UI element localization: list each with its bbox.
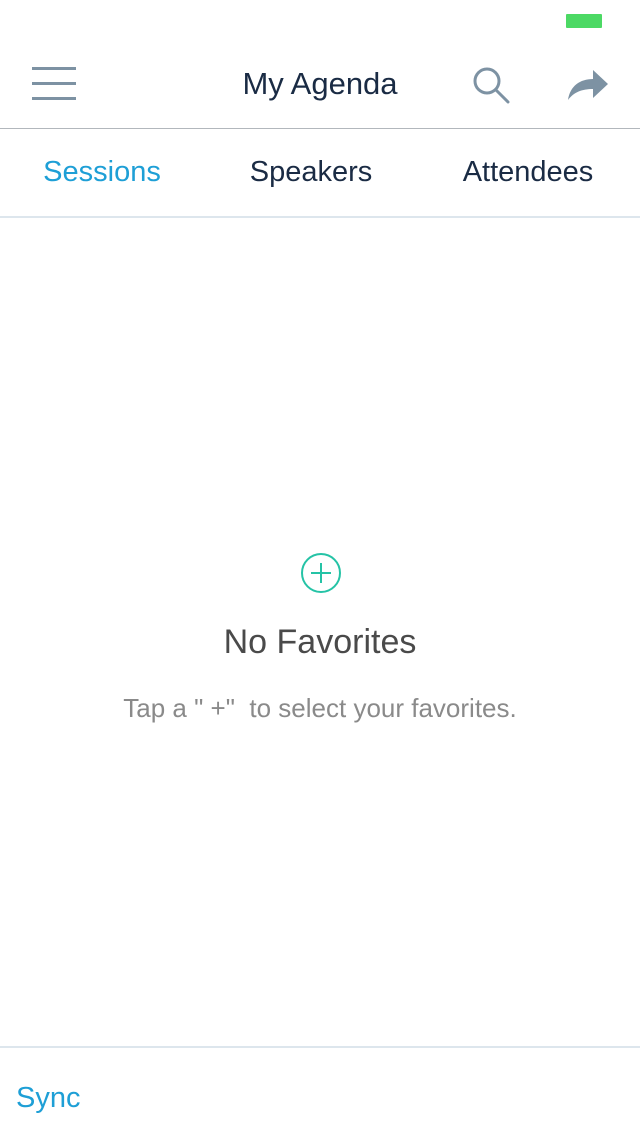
navigation-bar: My Agenda xyxy=(0,40,640,129)
empty-state-subtitle: Tap a " +" to select your favorites. xyxy=(123,693,517,723)
sync-button[interactable]: Sync xyxy=(16,1076,80,1120)
plus-circle-icon xyxy=(300,552,342,594)
status-bar xyxy=(0,0,640,40)
empty-state-title: No Favorites xyxy=(223,623,417,661)
share-icon[interactable] xyxy=(560,62,614,108)
search-icon[interactable] xyxy=(466,60,516,110)
hamburger-menu-icon[interactable] xyxy=(22,58,86,110)
tab-attendees[interactable]: Attendees xyxy=(440,129,616,216)
app-screen: My Agenda Sessions Speakers Attendees No… xyxy=(0,0,640,1136)
page-title: My Agenda xyxy=(242,66,398,101)
tab-speakers[interactable]: Speakers xyxy=(226,129,396,216)
battery-icon xyxy=(566,14,602,28)
tab-bar: Sessions Speakers Attendees xyxy=(0,129,640,218)
tab-sessions[interactable]: Sessions xyxy=(22,129,182,216)
bottom-toolbar: Sync xyxy=(0,1046,640,1136)
